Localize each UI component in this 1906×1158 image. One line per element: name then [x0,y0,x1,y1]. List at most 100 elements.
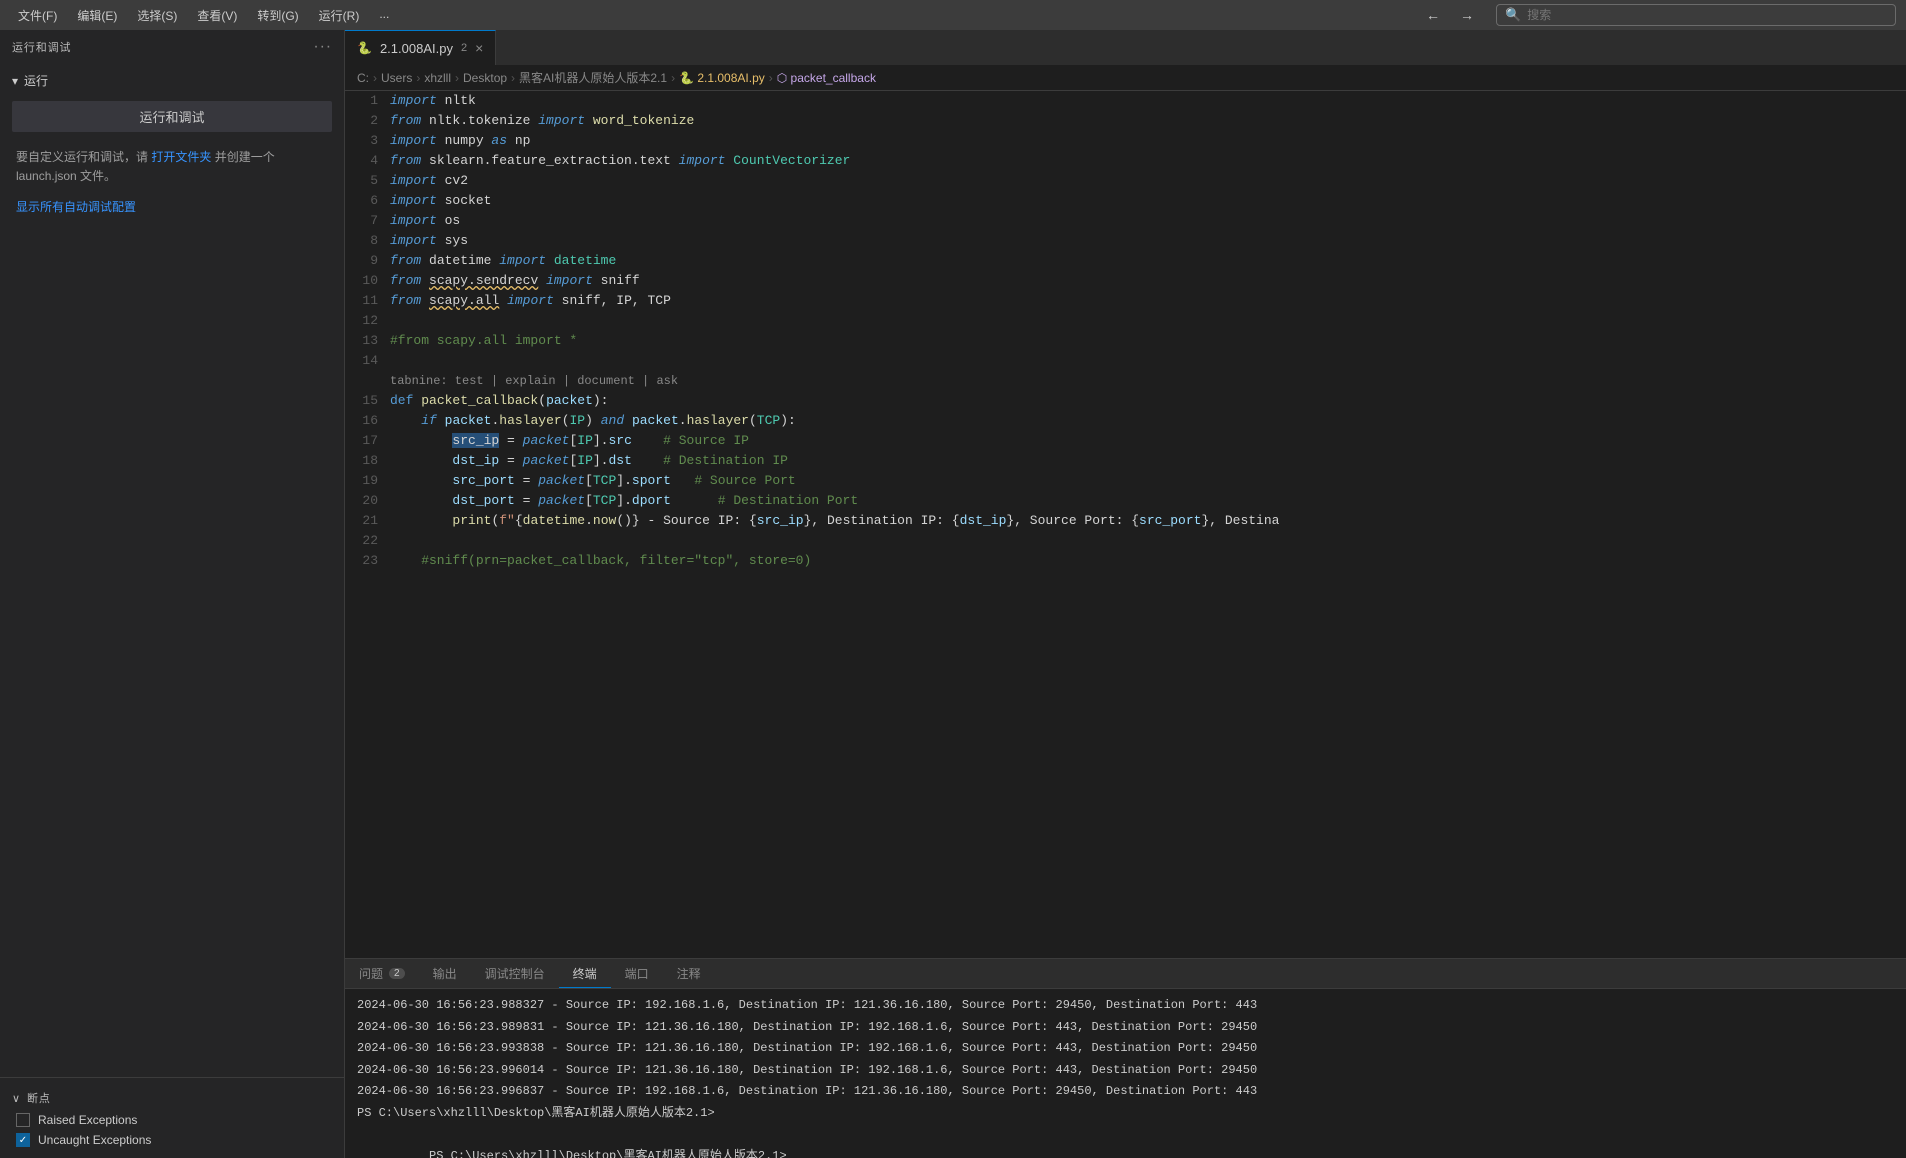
code-line-11: 11 from scapy.all import sniff, IP, TCP [345,291,1906,311]
tab-ports[interactable]: 端口 [611,959,663,988]
tab-comments-label: 注释 [677,965,701,982]
menu-goto[interactable]: 转到(G) [249,5,306,26]
breadcrumb: C: › Users › xhzlll › Desktop › 黑客AI机器人原… [345,65,1906,91]
sidebar-header: 运行和调试 ··· [0,30,344,64]
tab-close-button[interactable]: × [475,40,483,56]
breadcrumb-users[interactable]: Users [381,71,412,85]
code-line-6: 6 import socket [345,191,1906,211]
chevron-down-icon: ∨ [12,1092,21,1105]
run-section: ▾ 运行 运行和调试 要自定义运行和调试，请 打开文件夹 并创建一个 launc… [0,64,344,223]
main-layout: 运行和调试 ··· ▾ 运行 运行和调试 要自定义运行和调试，请 打开文件夹 并… [0,30,1906,1158]
code-line-22: 21 print(f"{datetime.now()} - Source IP:… [345,511,1906,531]
bottom-panel: 问题 2 输出 调试控制台 终端 端口 注释 [345,958,1906,1158]
code-line-16: 15 def packet_callback(packet): [345,391,1906,411]
code-line-8: 8 import sys [345,231,1906,251]
code-line-4: 4 from sklearn.feature_extraction.text i… [345,151,1906,171]
show-configs-link[interactable]: 显示所有自动调试配置 [0,194,344,219]
tab-debug-console[interactable]: 调试控制台 [471,959,559,988]
info-text-part1: 要自定义运行和调试，请 [16,150,148,164]
code-line-2: 2 from nltk.tokenize import word_tokeniz… [345,111,1906,131]
menu-run[interactable]: 运行(R) [311,5,368,26]
breakpoints-header[interactable]: ∨ 断点 [0,1086,344,1110]
code-line-5: 5 import cv2 [345,171,1906,191]
breakpoint-uncaught-exceptions: Uncaught Exceptions [0,1130,344,1150]
nav-back-button[interactable]: ← [1420,5,1446,25]
open-folder-link[interactable]: 打开文件夹 [151,150,211,164]
file-tab[interactable]: 🐍 2.1.008AI.py 2 × [345,30,496,65]
code-line-10: 10 from scapy.sendrecv import sniff [345,271,1906,291]
tab-output-label: 输出 [433,965,457,982]
editor-area: 🐍 2.1.008AI.py 2 × C: › Users › xhzlll ›… [345,30,1906,1158]
sidebar-info-text: 要自定义运行和调试，请 打开文件夹 并创建一个 launch.json 文件。 [0,140,344,194]
code-lines: 1 import nltk 2 from nltk.tokenize impor… [345,91,1906,571]
code-line-12: 12 [345,311,1906,331]
breadcrumb-user[interactable]: xhzlll [424,71,451,85]
menu-bar: 文件(F) 编辑(E) 选择(S) 查看(V) 转到(G) 运行(R) ... [10,5,397,26]
tab-bar: 🐍 2.1.008AI.py 2 × [345,30,1906,65]
menu-more[interactable]: ... [371,5,397,26]
terminal-line-5: 2024-06-30 16:56:23.996837 - Source IP: … [357,1081,1894,1103]
chevron-down-icon: ▾ [12,74,18,88]
menu-edit[interactable]: 编辑(E) [69,5,125,26]
tab-output[interactable]: 输出 [419,959,471,988]
menu-select[interactable]: 选择(S) [129,5,185,26]
more-actions-icon[interactable]: ··· [313,38,332,56]
terminal-line-4: 2024-06-30 16:56:23.996014 - Source IP: … [357,1060,1894,1082]
menu-file[interactable]: 文件(F) [10,5,65,26]
search-input[interactable] [1527,8,1887,22]
tab-ports-label: 端口 [625,965,649,982]
sidebar-header-actions: ··· [313,38,332,56]
tab-number: 2 [461,42,467,54]
breadcrumb-folder[interactable]: 黑客AI机器人原始人版本2.1 [519,69,667,86]
sidebar-title: 运行和调试 [12,39,71,55]
python-file-icon: 🐍 [357,41,372,55]
breadcrumb-desktop[interactable]: Desktop [463,71,507,85]
code-line-17: 16 if packet.haslayer(IP) and packet.has… [345,411,1906,431]
code-line-14: 14 [345,351,1906,371]
code-editor[interactable]: 1 import nltk 2 from nltk.tokenize impor… [345,91,1906,958]
nav-buttons: ← → [1420,5,1480,25]
menu-view[interactable]: 查看(V) [189,5,245,26]
code-line-20: 19 src_port = packet[TCP].sport # Source… [345,471,1906,491]
terminal-prompt-text: PS C:\Users\xhzlll\Desktop\黑客AI机器人原始人版本2… [429,1149,787,1158]
breadcrumb-file[interactable]: 🐍 2.1.008AI.py [679,71,765,85]
tab-comments[interactable]: 注释 [663,959,715,988]
code-line-3: 3 import numpy as np [345,131,1906,151]
terminal-line-3: 2024-06-30 16:56:23.993838 - Source IP: … [357,1038,1894,1060]
tab-terminal[interactable]: 终端 [559,959,611,988]
uncaught-exceptions-label: Uncaught Exceptions [38,1133,151,1147]
breakpoints-title: 断点 [27,1090,51,1106]
terminal-prompt-1: PS C:\Users\xhzlll\Desktop\黑客AI机器人原始人版本2… [357,1103,1894,1125]
code-line-21: 20 dst_port = packet[TCP].dport # Destin… [345,491,1906,511]
breadcrumb-function[interactable]: ⬡ packet_callback [777,71,876,85]
raised-exceptions-checkbox[interactable] [16,1113,30,1127]
tab-problems-label: 问题 [359,965,383,982]
tab-filename: 2.1.008AI.py [380,41,453,56]
code-line-19: 18 dst_ip = packet[IP].dst # Destination… [345,451,1906,471]
code-line-13: 13 #from scapy.all import * [345,331,1906,351]
terminal-line-1: 2024-06-30 16:56:23.988327 - Source IP: … [357,995,1894,1017]
uncaught-exceptions-checkbox[interactable] [16,1133,30,1147]
code-line-15-tabnine: tabnine: test | explain | document | ask [345,371,1906,391]
terminal-prompt-2: PS C:\Users\xhzlll\Desktop\黑客AI机器人原始人版本2… [357,1125,1894,1158]
titlebar: 文件(F) 编辑(E) 选择(S) 查看(V) 转到(G) 运行(R) ... … [0,0,1906,30]
panel-tabs: 问题 2 输出 调试控制台 终端 端口 注释 [345,959,1906,989]
breakpoint-raised-exceptions: Raised Exceptions [0,1110,344,1130]
nav-forward-button[interactable]: → [1454,5,1480,25]
sidebar: 运行和调试 ··· ▾ 运行 运行和调试 要自定义运行和调试，请 打开文件夹 并… [0,30,345,1158]
code-line-7: 7 import os [345,211,1906,231]
search-icon: 🔍 [1505,7,1521,23]
code-line-23: 22 [345,531,1906,551]
tab-debug-console-label: 调试控制台 [485,965,545,982]
terminal-content[interactable]: 2024-06-30 16:56:23.988327 - Source IP: … [345,989,1906,1158]
code-line-9: 9 from datetime import datetime [345,251,1906,271]
run-section-header[interactable]: ▾ 运行 [0,68,344,93]
breakpoints-section: ∨ 断点 Raised Exceptions Uncaught Exceptio… [0,1077,344,1158]
search-bar[interactable]: 🔍 [1496,4,1896,26]
tab-problems[interactable]: 问题 2 [345,959,419,988]
problems-badge: 2 [389,968,405,979]
tab-terminal-label: 终端 [573,965,597,982]
run-debug-button[interactable]: 运行和调试 [12,101,332,132]
breadcrumb-c[interactable]: C: [357,71,369,85]
terminal-line-2: 2024-06-30 16:56:23.989831 - Source IP: … [357,1017,1894,1039]
